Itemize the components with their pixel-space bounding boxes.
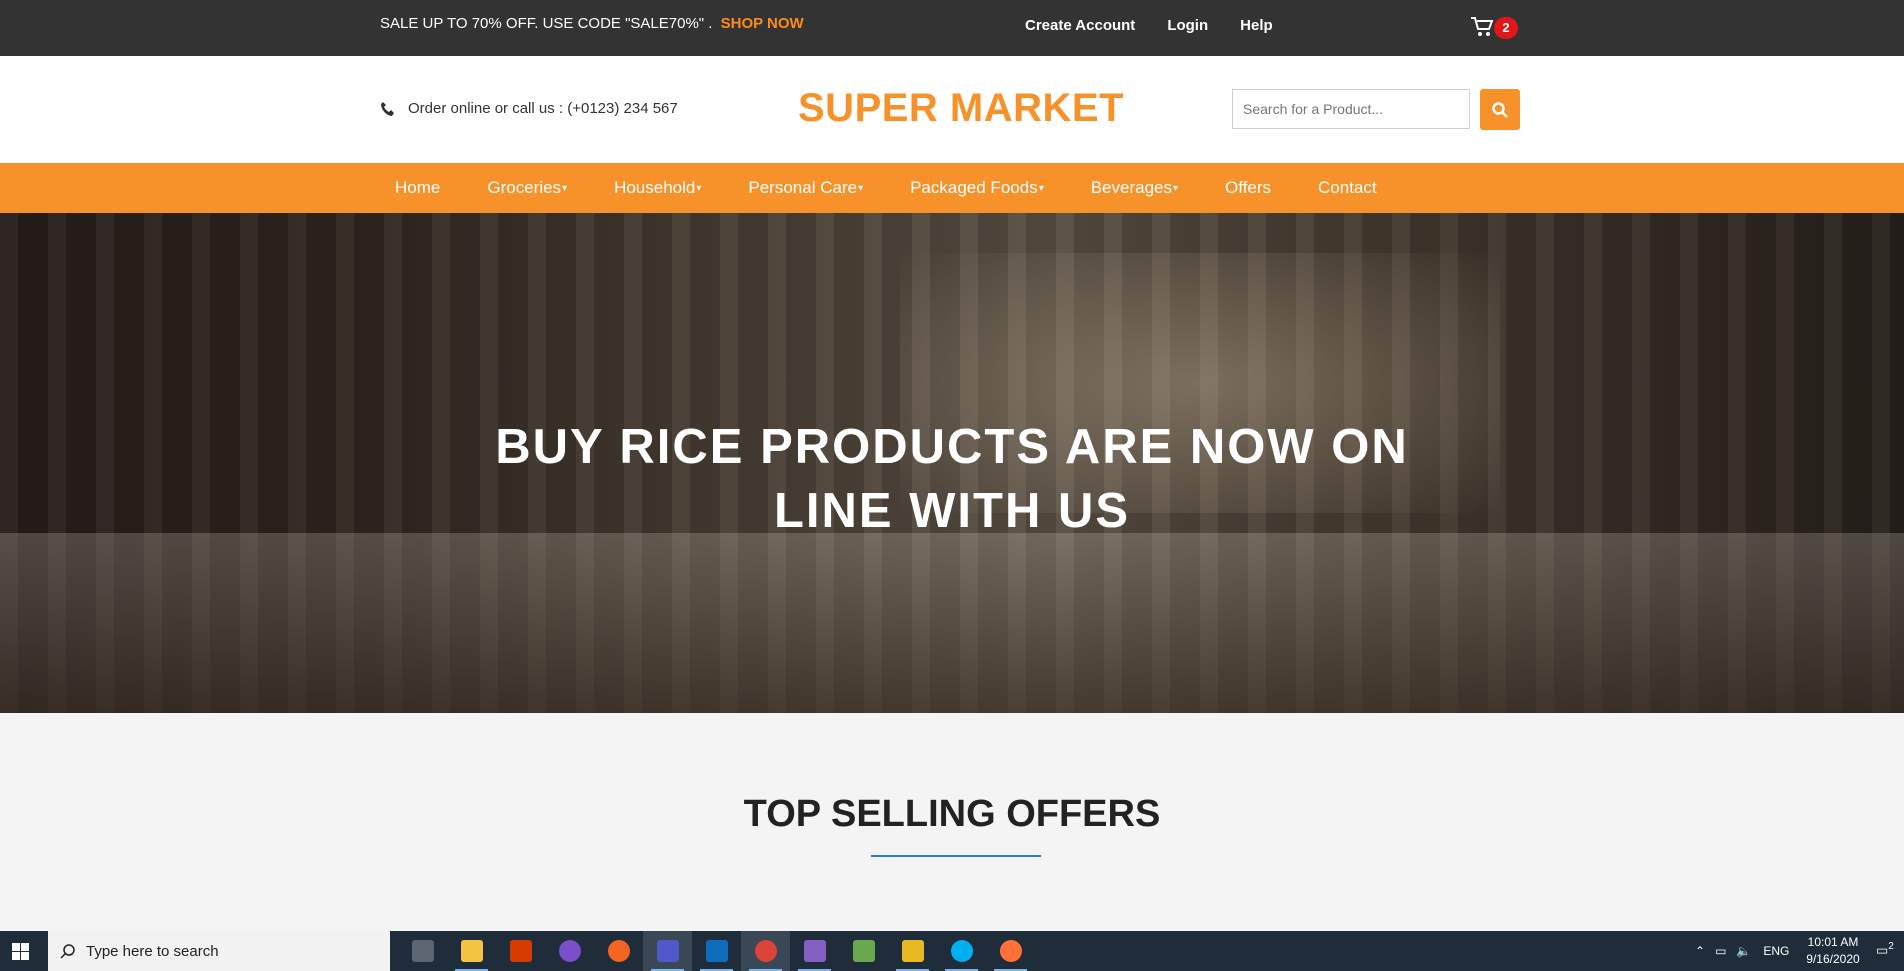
cart-count-badge: 2: [1494, 17, 1518, 39]
taskbar-app-office[interactable]: [496, 931, 545, 971]
account-links: Create Account Login Help: [1025, 17, 1305, 34]
phone-icon: [381, 101, 394, 116]
language-indicator[interactable]: ENG: [1763, 944, 1789, 958]
login-link[interactable]: Login: [1167, 17, 1208, 34]
search-icon: [60, 944, 75, 959]
nav-item-home[interactable]: Home: [395, 178, 440, 198]
chevron-down-icon: ▾: [1038, 183, 1044, 194]
chevron-down-icon: ▾: [562, 183, 568, 194]
create-account-link[interactable]: Create Account: [1025, 17, 1135, 34]
notification-icon: ▭: [1876, 942, 1889, 958]
taskbar-app-orange[interactable]: [594, 931, 643, 971]
nav-item-offers[interactable]: Offers: [1225, 178, 1271, 198]
clock-date: 9/16/2020: [1806, 952, 1860, 966]
paint-icon: [901, 940, 924, 962]
taskbar-app-firefox[interactable]: [986, 931, 1035, 971]
section-title: TOP SELLING OFFERS: [743, 793, 1161, 835]
taskbar-apps: [398, 931, 1035, 971]
chrome-icon: [754, 940, 777, 962]
hero-heading: BUY RICE PRODUCTS ARE NOW ON LINE WITH U…: [352, 415, 1552, 543]
volume-icon[interactable]: 🔈: [1736, 944, 1751, 958]
taskbar-search-placeholder: Type here to search: [86, 942, 219, 960]
windows-icon: [12, 943, 29, 960]
site-logo[interactable]: SUPER MARKET: [798, 86, 1124, 131]
hero-heading-line1: BUY RICE PRODUCTS ARE NOW ON: [495, 420, 1409, 474]
help-link[interactable]: Help: [1240, 17, 1273, 34]
clock[interactable]: 10:01 AM 9/16/2020: [1803, 934, 1863, 968]
taskbar-app-skype[interactable]: [937, 931, 986, 971]
taskbar-app-outlook[interactable]: [692, 931, 741, 971]
skype-icon: [950, 940, 973, 962]
taskbar-app-ca[interactable]: [398, 931, 447, 971]
notepad-icon: [852, 940, 875, 962]
nav-item-beverages[interactable]: Beverages▾: [1091, 178, 1178, 198]
os-taskbar: Type here to search ⌃ ▭ 🔈 ENG 10:01 AM 9…: [0, 931, 1904, 971]
promo-banner: SALE UP TO 70% OFF. USE CODE "SALE70%" .…: [380, 15, 804, 32]
taskbar-app-chrome[interactable]: [741, 931, 790, 971]
nav-item-contact[interactable]: Contact: [1318, 178, 1377, 198]
hero-heading-line2: LINE WITH US: [773, 484, 1131, 538]
notification-count: 2: [1888, 941, 1894, 952]
site-header: Order online or call us : (+0123) 234 56…: [0, 56, 1904, 163]
visual-studio-icon: [803, 940, 826, 962]
app-icon: [558, 940, 581, 962]
search-icon: [1492, 101, 1508, 118]
taskbar-app-paint[interactable]: [888, 931, 937, 971]
chevron-down-icon: ▾: [858, 183, 864, 194]
app-icon: [607, 940, 630, 962]
hero-banner: BUY RICE PRODUCTS ARE NOW ON LINE WITH U…: [0, 213, 1904, 713]
firefox-icon: [999, 940, 1022, 962]
nav-item-personal-care[interactable]: Personal Care▾: [748, 178, 863, 198]
taskbar-app-visual-studio[interactable]: [790, 931, 839, 971]
phone-text: Order online or call us : (+0123) 234 56…: [408, 100, 678, 117]
nav-item-household[interactable]: Household▾: [614, 178, 701, 198]
taskbar-app-purple[interactable]: [545, 931, 594, 971]
nav-item-packaged-foods[interactable]: Packaged Foods▾: [910, 178, 1044, 198]
top-bar: SALE UP TO 70% OFF. USE CODE "SALE70%" .…: [0, 0, 1904, 56]
start-button[interactable]: [12, 943, 29, 965]
nav-item-groceries[interactable]: Groceries▾: [487, 178, 567, 198]
taskbar-app-teams[interactable]: [643, 931, 692, 971]
promo-text: SALE UP TO 70% OFF. USE CODE "SALE70%" .: [380, 15, 713, 32]
notifications-button[interactable]: ▭2: [1876, 941, 1894, 958]
search-button[interactable]: [1480, 89, 1520, 130]
taskbar-app-notepad[interactable]: [839, 931, 888, 971]
cart-icon: [1471, 17, 1494, 36]
clock-time: 10:01 AM: [1807, 935, 1859, 949]
contact-info: Order online or call us : (+0123) 234 56…: [380, 100, 678, 117]
product-search-input[interactable]: [1232, 89, 1470, 129]
office-icon: [509, 940, 532, 962]
section-divider: [871, 855, 1041, 857]
outlook-icon: [705, 940, 728, 962]
teams-icon: [656, 940, 679, 962]
taskbar-search[interactable]: Type here to search: [48, 931, 390, 971]
ca-app-icon: [411, 940, 434, 962]
hero-background-shelf: [0, 533, 1904, 713]
chevron-up-icon[interactable]: ⌃: [1695, 944, 1705, 958]
chevron-down-icon: ▾: [696, 183, 702, 194]
taskbar-app-explorer[interactable]: [447, 931, 496, 971]
folder-icon: [460, 940, 483, 962]
chevron-down-icon: ▾: [1173, 183, 1179, 194]
main-nav: Home Groceries▾ Household▾ Personal Care…: [0, 163, 1904, 213]
shop-now-link[interactable]: SHOP NOW: [721, 15, 804, 32]
cart-button[interactable]: 2: [1470, 16, 1518, 43]
network-icon[interactable]: ▭: [1715, 944, 1726, 958]
system-tray: ⌃ ▭ 🔈 ENG: [1695, 931, 1789, 971]
